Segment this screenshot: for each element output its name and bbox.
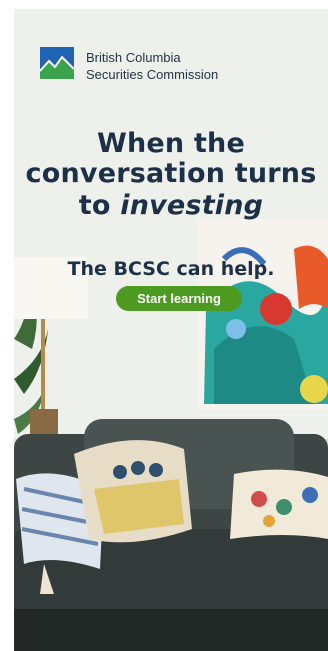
headline-line3-prefix: to <box>78 190 121 221</box>
mountain-logo-icon <box>40 47 74 79</box>
headline-line1: When the <box>97 128 245 159</box>
organization-name-line2: Securities Commission <box>86 67 219 82</box>
page: British Columbia Securities Commission W… <box>0 0 328 651</box>
living-room-photo <box>14 9 328 651</box>
subheadline: The BCSC can help. <box>67 258 275 280</box>
organization-name-line1: British Columbia <box>86 50 181 65</box>
headline-line2: conversation turns <box>25 158 317 189</box>
bcsc-banner-ad[interactable]: British Columbia Securities Commission W… <box>14 9 328 651</box>
start-learning-button[interactable]: Start learning <box>116 286 242 311</box>
headline-line3: to investing <box>14 191 328 221</box>
abstract-painting <box>198 219 328 409</box>
headline-emphasis: investing <box>120 190 264 221</box>
